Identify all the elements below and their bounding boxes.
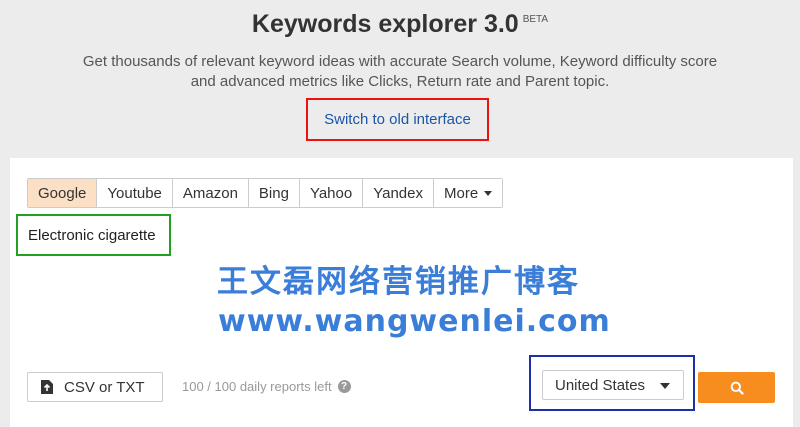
tab-label: Yandex (373, 184, 423, 202)
tab-label: Youtube (107, 184, 162, 202)
page-title: Keywords explorer 3.0 BETA (0, 10, 800, 39)
title-text: Keywords explorer 3.0 (251, 10, 519, 38)
search-button[interactable] (698, 372, 775, 403)
tab-label: Bing (258, 184, 289, 202)
tab-more[interactable]: More (433, 179, 503, 207)
tab-youtube[interactable]: Youtube (97, 179, 173, 207)
keyword-input-highlight[interactable]: Electronic cigarette (16, 214, 171, 256)
csv-upload-button[interactable]: CSV or TXT (27, 372, 163, 402)
chevron-down-icon (660, 383, 670, 389)
help-icon[interactable]: ? (337, 380, 351, 393)
reports-left-text: 100 / 100 daily reports left (182, 379, 332, 394)
search-icon (730, 381, 744, 395)
tab-label: Amazon (182, 184, 238, 202)
keyword-input[interactable]: Electronic cigarette (28, 227, 156, 244)
file-upload-icon (41, 380, 53, 394)
switch-interface-highlight: Switch to old interface (306, 98, 489, 141)
country-value: United States (555, 376, 646, 394)
tab-label: Yahoo (309, 184, 353, 202)
switch-interface-link[interactable]: Switch to old interface (324, 111, 471, 128)
beta-badge: BETA (522, 14, 549, 25)
reports-left-info: 100 / 100 daily reports left ? (182, 379, 351, 394)
page-header: Keywords explorer 3.0 BETA Get thousands … (0, 0, 800, 158)
tab-yahoo[interactable]: Yahoo (299, 179, 364, 207)
tab-amazon[interactable]: Amazon (172, 179, 249, 207)
search-panel: Google Youtube Amazon Bing Yahoo Yandex … (10, 158, 793, 427)
chevron-down-icon (484, 190, 493, 196)
tab-google[interactable]: Google (28, 179, 98, 207)
tab-label: More (443, 184, 479, 202)
csv-button-label: CSV or TXT (64, 378, 145, 396)
tab-yandex[interactable]: Yandex (363, 179, 434, 207)
search-engine-tabs: Google Youtube Amazon Bing Yahoo Yandex … (27, 178, 504, 208)
watermark-chinese: 王文磊网络营销推广博客 (217, 264, 580, 300)
country-select-highlight: United States (529, 355, 695, 411)
tab-bing[interactable]: Bing (248, 179, 300, 207)
page-subtitle: Get thousands of relevant keyword ideas … (82, 53, 718, 90)
watermark-url: www.wangwenlei.com (218, 304, 611, 339)
tab-label: Google (38, 184, 87, 202)
country-select[interactable]: United States (542, 370, 684, 400)
